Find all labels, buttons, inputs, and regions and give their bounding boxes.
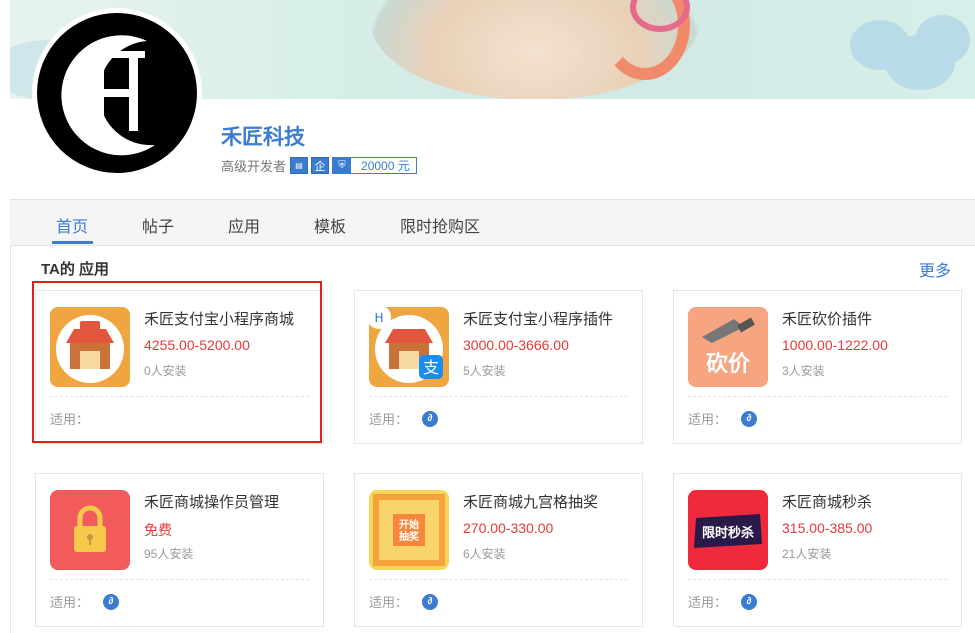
app-price: 3000.00-3666.00: [463, 337, 569, 353]
app-price: 4255.00-5200.00: [144, 337, 250, 353]
app-price: 1000.00-1222.00: [782, 337, 888, 353]
app-applies: 适用： ∂: [688, 592, 758, 611]
app-card[interactable]: 禾匠支付宝小程序商城 4255.00-5200.00 0人安装 适用：: [35, 290, 324, 444]
svg-text:开始: 开始: [399, 518, 419, 531]
more-link[interactable]: 更多: [919, 257, 951, 281]
app-applies: 适用： ∂: [369, 409, 439, 428]
company-avatar[interactable]: [32, 8, 202, 178]
mini-program-icon: ∂: [103, 593, 120, 610]
mini-program-icon: ∂: [741, 410, 758, 427]
app-title[interactable]: 禾匠支付宝小程序插件: [463, 308, 613, 329]
app-card[interactable]: 禾匠商城操作员管理 免费 95人安装 适用： ∂: [35, 473, 324, 627]
section-title: TA的 应用: [41, 261, 110, 278]
applies-label: 适用：: [50, 595, 90, 610]
app-installs: 5人安装: [463, 364, 506, 378]
svg-text:H: H: [374, 311, 383, 325]
deposit-badge[interactable]: ⛨ 20000 元: [332, 157, 417, 174]
app-applies: 适用： ∂: [50, 592, 120, 611]
store-icon: [50, 307, 130, 387]
card-divider: [688, 579, 947, 580]
bargain-icon-text: 砍价: [706, 351, 751, 377]
app-installs: 95人安装: [144, 547, 194, 561]
app-installs: 21人安装: [782, 547, 832, 561]
company-logo: [37, 13, 197, 173]
card-divider: [369, 396, 628, 397]
app-installs: 6人安装: [463, 547, 506, 561]
tab-home[interactable]: 首页: [56, 213, 88, 237]
active-tab-indicator: [52, 241, 93, 244]
app-card[interactable]: H 支 禾匠支付宝小程序插件 3000.00-3666.00 5人安装 适用： ∂: [354, 290, 643, 444]
app-title[interactable]: 禾匠砍价插件: [782, 308, 872, 329]
mini-program-icon: ∂: [422, 410, 439, 427]
tab-posts[interactable]: 帖子: [142, 213, 174, 237]
app-applies: 适用： ∂: [688, 409, 758, 428]
card-divider: [50, 579, 309, 580]
app-price: 315.00-385.00: [782, 520, 873, 536]
applies-label: 适用：: [369, 412, 409, 427]
applies-label: 适用：: [688, 595, 728, 610]
svg-text:限时秒杀: 限时秒杀: [702, 525, 754, 541]
app-title[interactable]: 禾匠支付宝小程序商城: [144, 308, 294, 329]
lock-icon: [50, 490, 130, 570]
developer-level: 高级开发者: [221, 159, 287, 174]
app-card[interactable]: 砍价 禾匠砍价插件 1000.00-1222.00 3人安装 适用： ∂: [673, 290, 962, 444]
id-verified-icon[interactable]: ▤: [290, 157, 309, 174]
app-card[interactable]: 开始 抽奖 禾匠商城九宫格抽奖 270.00-330.00 6人安装 适用： ∂: [354, 473, 643, 627]
bargain-icon: 砍价: [688, 307, 768, 387]
applies-label: 适用：: [369, 595, 409, 610]
tab-flash-sale-zone[interactable]: 限时抢购区: [400, 213, 480, 237]
app-price: 免费: [144, 522, 172, 538]
mini-program-icon: ∂: [741, 593, 758, 610]
profile-tabs: 首页 帖子 应用 模板 限时抢购区: [10, 199, 975, 246]
shield-icon: ⛨: [333, 158, 352, 173]
app-card[interactable]: 限时秒杀 禾匠商城秒杀 315.00-385.00 21人安装 适用： ∂: [673, 473, 962, 627]
card-divider: [688, 396, 947, 397]
enterprise-badge[interactable]: 企: [311, 157, 330, 174]
applies-label: 适用：: [688, 412, 728, 427]
app-installs: 0人安装: [144, 364, 187, 378]
app-title[interactable]: 禾匠商城操作员管理: [144, 491, 279, 512]
card-divider: [50, 396, 309, 397]
app-installs: 3人安装: [782, 364, 825, 378]
app-applies: 适用：: [50, 409, 89, 428]
mini-program-icon: ∂: [422, 593, 439, 610]
app-price: 270.00-330.00: [463, 520, 554, 536]
flash-sale-icon: 限时秒杀: [688, 490, 768, 570]
company-name[interactable]: 禾匠科技: [221, 121, 305, 151]
svg-text:抽奖: 抽奖: [399, 530, 420, 543]
app-title[interactable]: 禾匠商城秒杀: [782, 491, 872, 512]
tab-apps[interactable]: 应用: [228, 213, 260, 237]
applies-label: 适用：: [50, 412, 90, 427]
deposit-amount: 20000 元: [361, 159, 410, 173]
app-applies: 适用： ∂: [369, 592, 439, 611]
app-title[interactable]: 禾匠商城九宫格抽奖: [463, 491, 598, 512]
tab-templates[interactable]: 模板: [314, 213, 346, 237]
developer-meta: 高级开发者 ▤ 企 ⛨ 20000 元: [221, 156, 417, 175]
card-divider: [369, 579, 628, 580]
lottery-icon: 开始 抽奖: [369, 490, 449, 570]
svg-text:支: 支: [423, 358, 439, 377]
alipay-store-icon: H 支: [369, 307, 449, 387]
